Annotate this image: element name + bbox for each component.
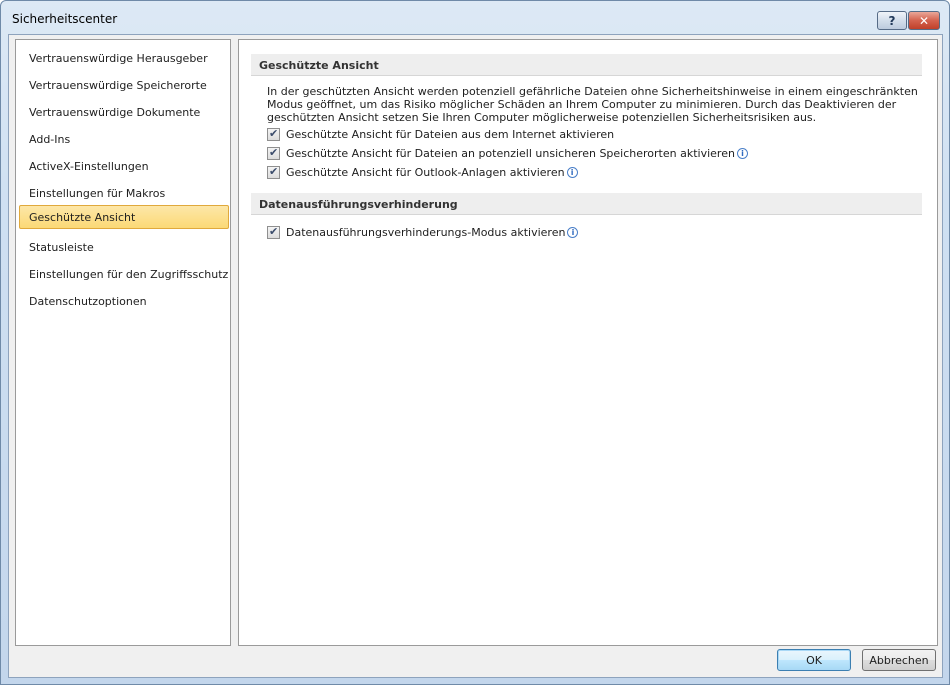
sidebar-item-activex-settings[interactable]: ActiveX-Einstellungen [19, 154, 229, 178]
dep-mode-checkbox[interactable] [267, 225, 280, 239]
dep-header: Datenausführungsverhinderung [251, 193, 922, 215]
window-title: Sicherheitscenter [12, 12, 118, 26]
close-icon: ✕ [918, 13, 930, 28]
info-icon[interactable]: i [736, 147, 748, 159]
option-unsafe-locations[interactable]: Geschützte Ansicht für Dateien an potenz… [267, 145, 748, 161]
protected-view-description: In der geschützten Ansicht werden potenz… [267, 85, 918, 124]
sidebar-item-protected-view[interactable]: Geschützte Ansicht [19, 205, 229, 229]
close-button[interactable]: ✕ [908, 11, 940, 30]
option-outlook-attachments[interactable]: Geschützte Ansicht für Outlook-Anlagen a… [267, 164, 578, 180]
ok-button[interactable]: OK [777, 649, 851, 671]
sidebar-item-trusted-publishers[interactable]: Vertrauenswürdige Herausgeber [19, 46, 229, 70]
sidebar-item-file-block-settings[interactable]: Einstellungen für den Zugriffsschutz [19, 262, 229, 286]
protected-view-header: Geschützte Ansicht [251, 54, 922, 76]
sidebar-item-add-ins[interactable]: Add-Ins [19, 127, 229, 151]
outlook-attachments-checkbox[interactable] [267, 165, 280, 179]
option-dep-mode[interactable]: Datenausführungsverhinderungs-Modus akti… [267, 224, 579, 240]
sidebar-item-trusted-documents[interactable]: Vertrauenswürdige Dokumente [19, 100, 229, 124]
internet-files-checkbox[interactable] [267, 127, 280, 141]
settings-panel: Geschützte Ansicht In der geschützten An… [238, 39, 938, 646]
unsafe-locations-label: Geschützte Ansicht für Dateien an potenz… [286, 146, 735, 160]
dep-mode-label: Datenausführungsverhinderungs-Modus akti… [286, 225, 566, 239]
sidebar-item-message-bar[interactable]: Statusleiste [19, 235, 229, 259]
option-internet-files[interactable]: Geschützte Ansicht für Dateien aus dem I… [267, 126, 614, 142]
unsafe-locations-checkbox[interactable] [267, 146, 280, 160]
info-icon[interactable]: i [567, 226, 579, 238]
info-icon[interactable]: i [566, 166, 578, 178]
internet-files-label: Geschützte Ansicht für Dateien aus dem I… [286, 127, 615, 141]
sidebar-item-macro-settings[interactable]: Einstellungen für Makros [19, 181, 229, 205]
help-button[interactable]: ? [877, 11, 907, 30]
cancel-button[interactable]: Abbrechen [862, 649, 936, 671]
outlook-attachments-label: Geschützte Ansicht für Outlook-Anlagen a… [286, 165, 565, 179]
sidebar-item-trusted-locations[interactable]: Vertrauenswürdige Speicherorte [19, 73, 229, 97]
dialog-body: Vertrauenswürdige Herausgeber Vertrauens… [8, 34, 943, 678]
title-bar[interactable]: Sicherheitscenter ? ✕ [1, 1, 949, 35]
category-sidebar: Vertrauenswürdige Herausgeber Vertrauens… [15, 39, 231, 646]
help-icon: ? [888, 13, 896, 28]
trust-center-dialog: Sicherheitscenter ? ✕ Vertrauenswürdige … [0, 0, 950, 685]
sidebar-item-privacy-options[interactable]: Datenschutzoptionen [19, 289, 229, 313]
